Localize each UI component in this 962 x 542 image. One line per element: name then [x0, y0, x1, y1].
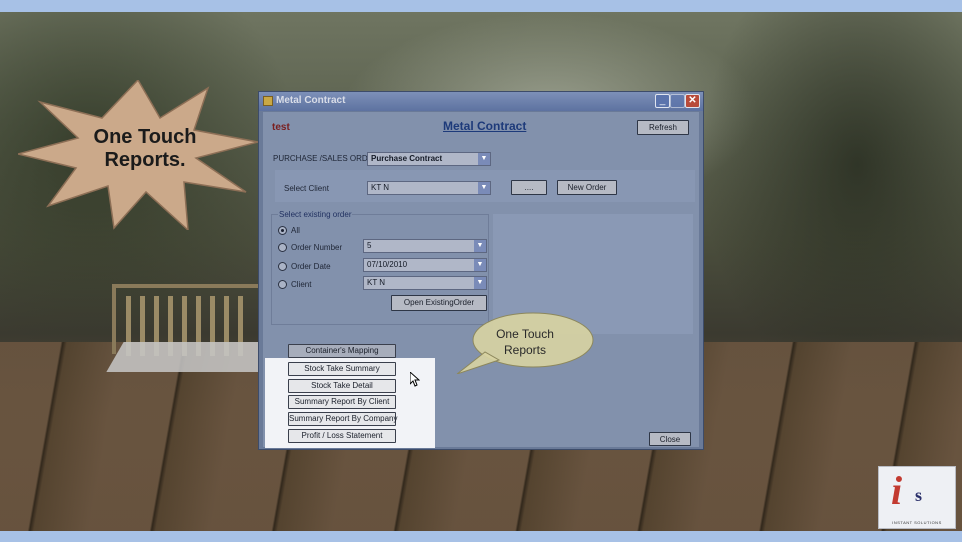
report-profit-loss-button[interactable]: Profit / Loss Statement: [288, 429, 396, 443]
ellipsis-button[interactable]: ....: [511, 180, 547, 195]
report-containers-mapping-button[interactable]: Container's Mapping: [288, 344, 396, 358]
speech-bubble-line2: Reports: [503, 343, 547, 357]
order-type-value: Purchase Contract: [371, 154, 443, 163]
window-titlebar[interactable]: Metal Contract _ ✕: [259, 92, 703, 111]
radio-all-label: All: [291, 226, 300, 235]
background-tree-right: [700, 12, 962, 392]
instant-solutions-logo: i s INSTANT SOLUTIONS: [878, 466, 956, 529]
close-icon[interactable]: ✕: [685, 94, 700, 108]
radio-order-number[interactable]: [278, 243, 287, 252]
dropdown-arrow-icon[interactable]: ▼: [478, 153, 490, 165]
open-existing-order-button[interactable]: Open ExistingOrder: [391, 295, 487, 311]
close-button[interactable]: Close: [649, 432, 691, 446]
report-summary-by-client-button[interactable]: Summary Report By Client: [288, 395, 396, 409]
existing-order-legend: Select existing order: [278, 210, 353, 219]
metal-contract-window: Metal Contract _ ✕ test Metal Contract R…: [258, 91, 704, 450]
radio-order-date[interactable]: [278, 262, 287, 271]
select-client-value: KT N: [371, 183, 390, 192]
order-number-value: 5: [367, 241, 372, 250]
starburst-line1: One Touch: [93, 126, 197, 148]
logo-mark: i: [891, 468, 903, 513]
select-client-label: Select Client: [284, 184, 329, 193]
client-select[interactable]: KT N ▼: [363, 276, 487, 290]
window-title: Metal Contract: [276, 95, 346, 106]
report-stock-take-summary-button[interactable]: Stock Take Summary: [288, 362, 396, 376]
app-icon: [263, 96, 273, 106]
speech-bubble-text: One Touch Reports: [470, 326, 580, 358]
order-date-picker[interactable]: 07/10/2010 ▼: [363, 258, 487, 272]
report-summary-by-company-button[interactable]: Summary Report By Company: [288, 412, 397, 426]
client-value: KT N: [367, 278, 386, 287]
logo-caption: INSTANT SOLUTIONS: [892, 520, 942, 525]
radio-client[interactable]: [278, 280, 287, 289]
dropdown-arrow-icon[interactable]: ▼: [474, 259, 486, 271]
radio-order-number-label: Order Number: [291, 243, 343, 252]
report-stock-take-detail-button[interactable]: Stock Take Detail: [288, 379, 396, 393]
test-label: test: [272, 122, 290, 133]
mouse-cursor-icon: [410, 372, 420, 387]
dropdown-arrow-icon[interactable]: ▼: [474, 240, 486, 252]
starburst-text: One Touch Reports.: [70, 126, 220, 172]
dropdown-arrow-icon[interactable]: ▼: [478, 182, 490, 194]
window-client-area: test Metal Contract Refresh PURCHASE /SA…: [263, 112, 699, 448]
order-type-label: PURCHASE /SALES ORDER: [273, 154, 379, 163]
refresh-button[interactable]: Refresh: [637, 120, 689, 135]
radio-all[interactable]: [278, 226, 287, 235]
top-border-strip: [0, 0, 962, 12]
logo-mark-s: s: [915, 485, 923, 505]
maximize-icon[interactable]: [670, 94, 685, 108]
form-title: Metal Contract: [443, 119, 527, 133]
starburst-line2: Reports.: [104, 149, 186, 171]
select-client-select[interactable]: KT N ▼: [367, 181, 491, 195]
minimize-icon[interactable]: _: [655, 94, 670, 108]
radio-order-date-label: Order Date: [291, 262, 331, 271]
order-number-select[interactable]: 5 ▼: [363, 239, 487, 253]
new-order-button[interactable]: New Order: [557, 180, 617, 195]
radio-client-label: Client: [291, 280, 312, 289]
order-date-value: 07/10/2010: [367, 260, 408, 269]
dropdown-arrow-icon[interactable]: ▼: [474, 277, 486, 289]
reports-area: Container's Mapping Stock Take Summary S…: [265, 341, 435, 448]
order-type-select[interactable]: Purchase Contract ▼: [367, 152, 491, 166]
speech-bubble-line1: One Touch: [496, 327, 554, 341]
bottom-border-strip: [0, 531, 962, 542]
